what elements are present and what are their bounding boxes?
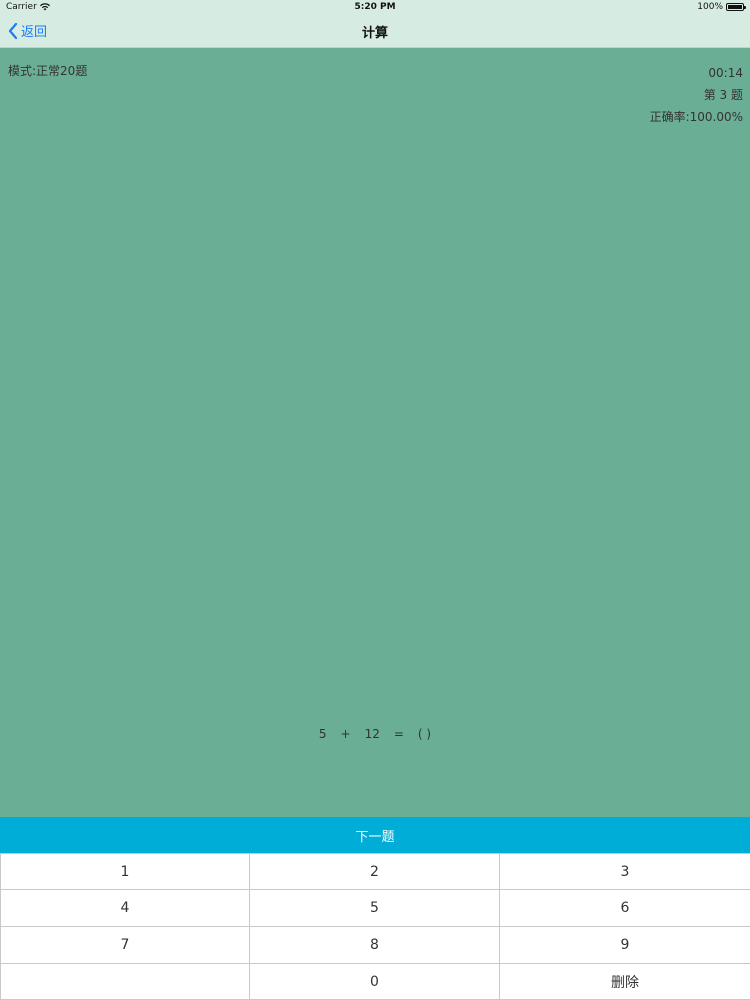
key-7[interactable]: 7 [0,927,250,964]
key-2[interactable]: 2 [250,853,500,890]
key-5[interactable]: 5 [250,890,500,927]
key-blank [0,964,250,1000]
number-keypad: 1 2 3 4 5 6 7 8 9 0 删除 [0,853,750,1000]
key-1[interactable]: 1 [0,853,250,890]
quiz-stats: 00:14 第 3 题 正确率:100.00% [650,62,743,128]
battery-icon [726,3,746,11]
left-operand: 5 [318,727,327,741]
key-0[interactable]: 0 [250,964,500,1000]
timer-label: 00:14 [708,66,743,80]
clock: 5:20 PM [354,2,396,12]
battery-fill [728,5,742,9]
operator: + [340,727,351,741]
battery-percent: 100% [697,2,723,12]
right-operand: 12 [364,727,380,741]
question-number-label: 第 3 题 [703,88,743,102]
status-bar: Carrier 5:20 PM 100% [0,0,750,14]
delete-key[interactable]: 删除 [500,964,750,1000]
accuracy-label: 正确率:100.00% [649,110,743,124]
app-screen: Carrier 5:20 PM 100% 返回 计算 模式:正常20题 00:1… [0,0,750,1000]
answer-field[interactable]: ( ) [418,727,431,741]
navigation-bar: 返回 计算 [0,14,750,47]
key-6[interactable]: 6 [500,890,750,927]
key-8[interactable]: 8 [250,927,500,964]
top-bar: Carrier 5:20 PM 100% 返回 计算 [0,0,750,48]
equals-sign: = [393,727,404,741]
key-4[interactable]: 4 [0,890,250,927]
equation: 5 + 12 = ( ) [0,727,750,741]
page-title: 计算 [361,26,388,41]
key-3[interactable]: 3 [500,853,750,890]
next-question-button[interactable]: 下一题 [0,817,750,853]
next-question-label: 下一题 [355,829,395,845]
mode-label: 模式:正常20题 [8,64,88,78]
key-9[interactable]: 9 [500,927,750,964]
battery-indicator: 100% [697,2,746,12]
